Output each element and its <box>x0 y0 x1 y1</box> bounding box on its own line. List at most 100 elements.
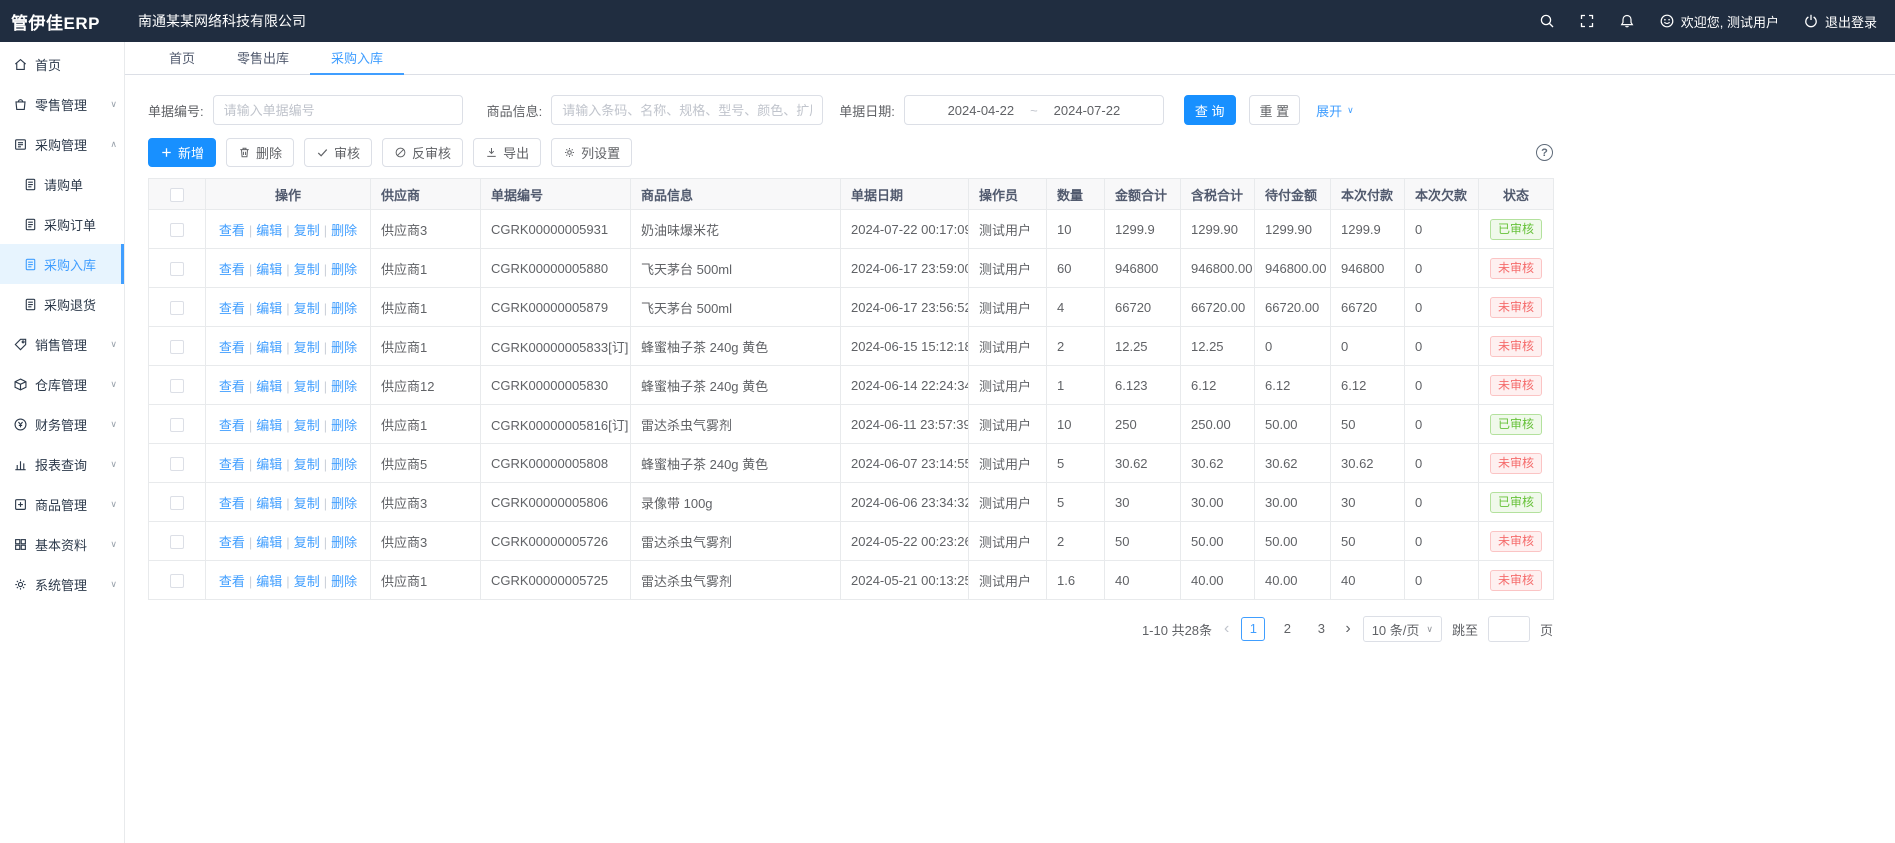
action-separator: | <box>286 340 289 355</box>
row-action-view[interactable]: 查看 <box>219 340 245 355</box>
row-action-delete[interactable]: 删除 <box>331 379 357 394</box>
row-action-edit[interactable]: 编辑 <box>256 457 282 472</box>
row-action-delete[interactable]: 删除 <box>331 574 357 589</box>
row-action-edit[interactable]: 编辑 <box>256 223 282 238</box>
row-action-edit[interactable]: 编辑 <box>256 535 282 550</box>
sidebar-subitem-purchase-request[interactable]: 请购单 <box>0 164 124 204</box>
cell-actions: 查看|编辑|复制|删除 <box>206 444 371 483</box>
row-action-delete[interactable]: 删除 <box>331 535 357 550</box>
row-action-edit[interactable]: 编辑 <box>256 262 282 277</box>
row-action-edit[interactable]: 编辑 <box>256 379 282 394</box>
row-checkbox[interactable] <box>170 535 184 549</box>
tab-purchase-inbound[interactable]: 采购入库 <box>310 42 404 75</box>
help-icon[interactable]: ? <box>1536 144 1553 161</box>
row-checkbox[interactable] <box>170 574 184 588</box>
row-action-edit[interactable]: 编辑 <box>256 418 282 433</box>
row-action-view[interactable]: 查看 <box>219 301 245 316</box>
sidebar-item-finance[interactable]: 财务管理 ∨ <box>0 404 124 444</box>
search-icon[interactable] <box>1539 13 1555 29</box>
row-checkbox[interactable] <box>170 457 184 471</box>
search-button[interactable]: 查 询 <box>1184 95 1236 125</box>
reset-button[interactable]: 重 置 <box>1249 95 1301 125</box>
column-settings-button[interactable]: 列设置 <box>551 138 632 167</box>
sidebar-subitem-purchase-inbound[interactable]: 采购入库 <box>0 244 124 284</box>
row-checkbox[interactable] <box>170 262 184 276</box>
row-action-copy[interactable]: 复制 <box>294 301 320 316</box>
sidebar-subitem-purchase-return[interactable]: 采购退货 <box>0 284 124 324</box>
delete-button[interactable]: 删除 <box>226 138 294 167</box>
audit-button[interactable]: 审核 <box>304 138 372 167</box>
row-action-view[interactable]: 查看 <box>219 574 245 589</box>
row-action-copy[interactable]: 复制 <box>294 457 320 472</box>
row-action-copy[interactable]: 复制 <box>294 340 320 355</box>
prev-page-icon[interactable]: ‹ <box>1222 621 1231 637</box>
row-action-view[interactable]: 查看 <box>219 457 245 472</box>
jump-page-input[interactable] <box>1488 616 1530 642</box>
cell-operator: 测试用户 <box>969 483 1047 522</box>
sidebar-item-purchase[interactable]: 采购管理 ∧ <box>0 124 124 164</box>
row-action-delete[interactable]: 删除 <box>331 262 357 277</box>
row-action-delete[interactable]: 删除 <box>331 496 357 511</box>
row-action-delete[interactable]: 删除 <box>331 223 357 238</box>
select-all-checkbox[interactable] <box>170 188 184 202</box>
goods-info-input[interactable] <box>551 95 823 125</box>
row-action-view[interactable]: 查看 <box>219 496 245 511</box>
row-action-edit[interactable]: 编辑 <box>256 496 282 511</box>
page-button-1[interactable]: 1 <box>1241 617 1265 641</box>
page-button-3[interactable]: 3 <box>1309 617 1333 641</box>
tab-retail-outbound[interactable]: 零售出库 <box>216 42 310 75</box>
sidebar-item-goods[interactable]: 商品管理 ∨ <box>0 484 124 524</box>
row-checkbox[interactable] <box>170 301 184 315</box>
next-page-icon[interactable]: › <box>1343 621 1352 637</box>
page-size-select[interactable]: 10 条/页 ∨ <box>1363 616 1442 642</box>
sidebar-item-retail[interactable]: 零售管理 ∨ <box>0 84 124 124</box>
date-range-picker[interactable]: 2024-04-22 ~ 2024-07-22 <box>904 95 1164 125</box>
sidebar-item-warehouse[interactable]: 仓库管理 ∨ <box>0 364 124 404</box>
bell-icon[interactable] <box>1619 13 1635 29</box>
row-action-edit[interactable]: 编辑 <box>256 574 282 589</box>
user-menu[interactable]: 欢迎您, 测试用户 <box>1659 12 1779 31</box>
unaudit-button[interactable]: 反审核 <box>382 138 463 167</box>
sidebar-subitem-purchase-order[interactable]: 采购订单 <box>0 204 124 244</box>
row-action-edit[interactable]: 编辑 <box>256 340 282 355</box>
fullscreen-icon[interactable] <box>1579 13 1595 29</box>
sidebar-item-report[interactable]: 报表查询 ∨ <box>0 444 124 484</box>
cell-operator: 测试用户 <box>969 366 1047 405</box>
sidebar-item-home[interactable]: 首页 <box>0 44 124 84</box>
row-action-view[interactable]: 查看 <box>219 379 245 394</box>
row-action-view[interactable]: 查看 <box>219 535 245 550</box>
page-button-2[interactable]: 2 <box>1275 617 1299 641</box>
row-action-delete[interactable]: 删除 <box>331 418 357 433</box>
add-button[interactable]: 新增 <box>148 138 216 167</box>
row-action-copy[interactable]: 复制 <box>294 574 320 589</box>
ban-icon <box>394 146 407 159</box>
logout-button[interactable]: 退出登录 <box>1803 12 1877 31</box>
row-action-delete[interactable]: 删除 <box>331 340 357 355</box>
sidebar-item-system[interactable]: 系统管理 ∨ <box>0 564 124 604</box>
expand-filters-link[interactable]: 展开 ∨ <box>1316 101 1354 120</box>
row-action-delete[interactable]: 删除 <box>331 301 357 316</box>
row-action-copy[interactable]: 复制 <box>294 496 320 511</box>
row-checkbox[interactable] <box>170 418 184 432</box>
row-checkbox[interactable] <box>170 223 184 237</box>
row-action-copy[interactable]: 复制 <box>294 262 320 277</box>
row-action-delete[interactable]: 删除 <box>331 457 357 472</box>
row-action-copy[interactable]: 复制 <box>294 535 320 550</box>
date-end-value[interactable]: 2024-07-22 <box>1054 103 1121 118</box>
sidebar-item-basic-data[interactable]: 基本资料 ∨ <box>0 524 124 564</box>
row-action-view[interactable]: 查看 <box>219 262 245 277</box>
row-action-view[interactable]: 查看 <box>219 418 245 433</box>
date-start-value[interactable]: 2024-04-22 <box>948 103 1015 118</box>
row-checkbox[interactable] <box>170 340 184 354</box>
row-action-copy[interactable]: 复制 <box>294 379 320 394</box>
row-action-edit[interactable]: 编辑 <box>256 301 282 316</box>
row-checkbox[interactable] <box>170 496 184 510</box>
sidebar-item-sales[interactable]: 销售管理 ∨ <box>0 324 124 364</box>
row-action-copy[interactable]: 复制 <box>294 223 320 238</box>
bill-no-input[interactable] <box>213 95 463 125</box>
tab-home[interactable]: 首页 <box>148 42 216 75</box>
row-checkbox[interactable] <box>170 379 184 393</box>
row-action-view[interactable]: 查看 <box>219 223 245 238</box>
row-action-copy[interactable]: 复制 <box>294 418 320 433</box>
export-button[interactable]: 导出 <box>473 138 541 167</box>
